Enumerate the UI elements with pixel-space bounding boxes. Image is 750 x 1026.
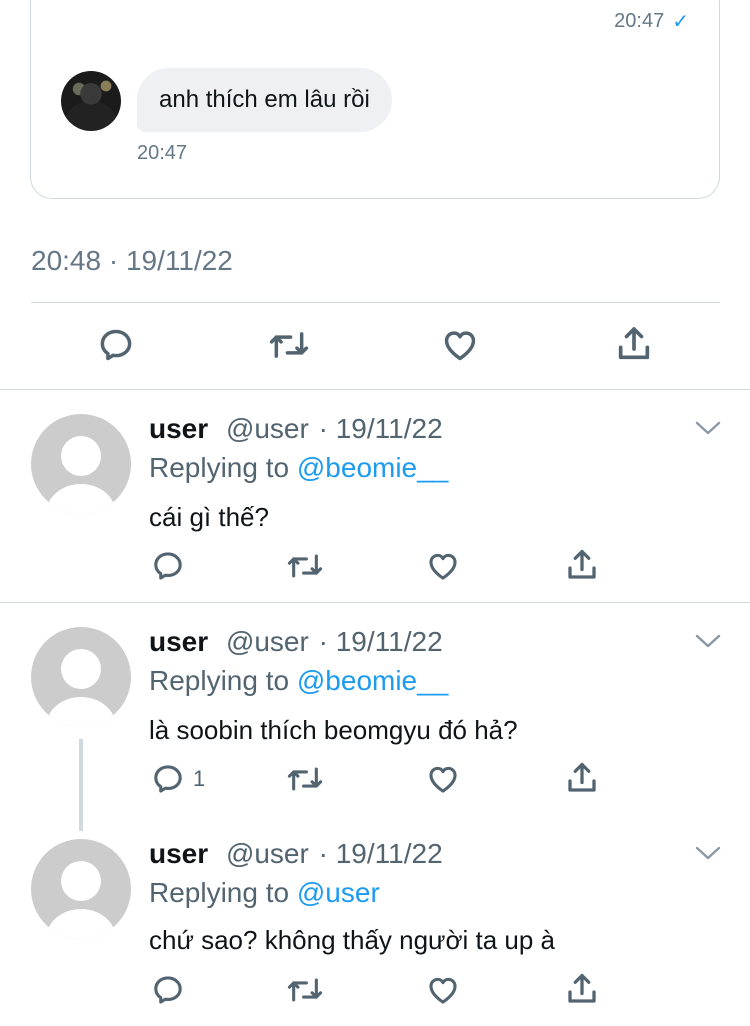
user-name[interactable]: user: [149, 626, 208, 657]
retweet-icon: [287, 978, 323, 1002]
replying-to: Replying to @beomie__: [149, 665, 448, 697]
replying-to-label: Replying to: [149, 665, 290, 696]
reply-tweet[interactable]: user @user · 19/11/22 Replying to @beomi…: [0, 603, 750, 815]
mention-link[interactable]: @beomie__: [297, 665, 448, 696]
retweet-icon: [287, 554, 323, 578]
mention-link[interactable]: @beomie__: [297, 452, 448, 483]
tweet-date[interactable]: · 19/11/22: [319, 626, 443, 657]
reply-button[interactable]: [97, 326, 135, 364]
user-handle[interactable]: @user: [226, 413, 309, 444]
like-button[interactable]: [426, 973, 460, 1007]
share-icon: [568, 973, 596, 1003]
avatar[interactable]: [61, 71, 121, 131]
like-button[interactable]: [426, 549, 460, 583]
share-icon: [618, 327, 650, 360]
chevron-down-icon: [695, 846, 721, 860]
reply-tweet[interactable]: user @user · 19/11/22 Replying to @beomi…: [0, 390, 750, 602]
retweet-button[interactable]: [286, 549, 324, 583]
reply-header: user @user · 19/11/22: [149, 626, 443, 658]
received-message-time: 20:47: [137, 142, 188, 164]
retweet-icon: [269, 332, 309, 358]
tweet-timestamp[interactable]: 20:48 · 19/11/22: [31, 245, 233, 277]
reply-header: user @user · 19/11/22: [149, 838, 443, 870]
check-icon: ✓: [672, 11, 689, 33]
share-button[interactable]: [564, 760, 600, 796]
reply-count: 1: [193, 766, 206, 791]
received-message-bubble: anh thích em lâu rồi: [137, 68, 392, 132]
reply-text: cái gì thế?: [149, 502, 269, 532]
share-button[interactable]: [614, 324, 654, 364]
user-name[interactable]: user: [149, 413, 208, 444]
chevron-down-icon: [695, 421, 721, 435]
chevron-down-icon: [695, 634, 721, 648]
reply-icon: [154, 765, 182, 793]
retweet-button[interactable]: [286, 762, 324, 796]
avatar[interactable]: [31, 414, 131, 514]
user-handle[interactable]: @user: [226, 838, 309, 869]
reply-text: chứ sao? không thấy người ta up à: [149, 925, 556, 955]
heart-icon: [444, 331, 476, 361]
retweet-icon: [287, 767, 323, 791]
share-icon: [568, 549, 596, 579]
dm-screenshot-card[interactable]: 20:47 ✓ anh thích em lâu rồi 20:47: [30, 0, 720, 199]
reply-button[interactable]: 1: [151, 762, 205, 796]
reply-text: là soobin thích beomgyu đó hả?: [149, 715, 518, 745]
like-button[interactable]: [441, 326, 479, 364]
tweet-action-bar: [0, 322, 750, 372]
reply-button[interactable]: [151, 973, 193, 1007]
heart-icon: [429, 553, 457, 580]
reply-icon: [100, 329, 132, 361]
reply-tweet[interactable]: user @user · 19/11/22 Replying to @user …: [0, 815, 750, 1026]
more-options-button[interactable]: [694, 843, 722, 868]
tweet-date[interactable]: · 19/11/22: [319, 838, 443, 869]
replying-to-label: Replying to: [149, 452, 290, 483]
user-name[interactable]: user: [149, 838, 208, 869]
divider: [31, 302, 720, 303]
tweet-date[interactable]: · 19/11/22: [319, 413, 443, 444]
sent-message-meta: 20:47 ✓: [614, 9, 689, 34]
replying-to: Replying to @beomie__: [149, 452, 448, 484]
retweet-button[interactable]: [268, 326, 310, 364]
reply-icon: [154, 976, 182, 1004]
mention-link[interactable]: @user: [297, 877, 380, 908]
reply-header: user @user · 19/11/22: [149, 413, 443, 445]
avatar[interactable]: [31, 627, 131, 727]
sent-message-time: 20:47: [614, 10, 665, 32]
like-button[interactable]: [426, 762, 460, 796]
replying-to-label: Replying to: [149, 877, 290, 908]
heart-icon: [429, 766, 457, 793]
replying-to: Replying to @user: [149, 877, 380, 909]
heart-icon: [429, 977, 457, 1004]
share-icon: [568, 762, 596, 792]
avatar[interactable]: [31, 839, 131, 939]
user-handle[interactable]: @user: [226, 626, 309, 657]
share-button[interactable]: [564, 547, 600, 583]
share-button[interactable]: [564, 971, 600, 1007]
more-options-button[interactable]: [694, 631, 722, 656]
reply-button[interactable]: [151, 549, 193, 583]
more-options-button[interactable]: [694, 418, 722, 443]
reply-icon: [154, 552, 182, 580]
retweet-button[interactable]: [286, 973, 324, 1007]
